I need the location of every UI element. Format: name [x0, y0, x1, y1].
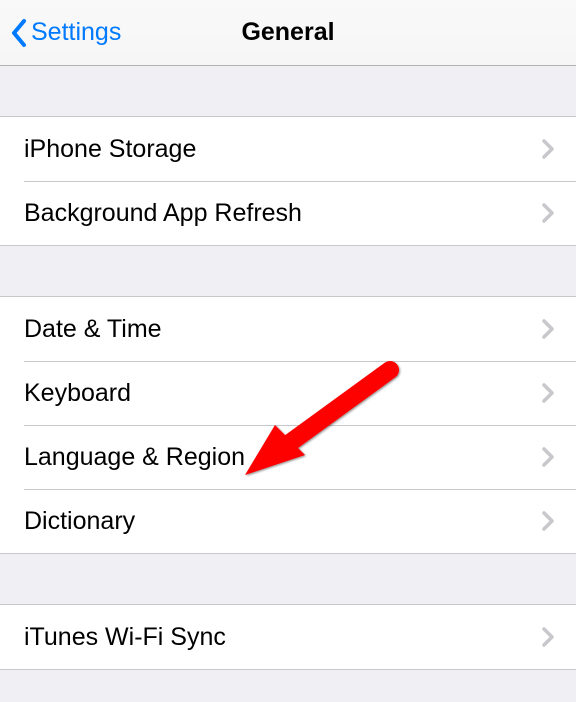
navbar: Settings General	[0, 0, 576, 66]
row-iphone-storage[interactable]: iPhone Storage	[0, 117, 576, 181]
row-label: Background App Refresh	[24, 199, 542, 228]
back-button[interactable]: Settings	[0, 0, 121, 65]
chevron-left-icon	[10, 18, 27, 48]
row-itunes-wifi-sync[interactable]: iTunes Wi-Fi Sync	[0, 605, 576, 669]
chevron-right-icon	[542, 447, 554, 467]
chevron-right-icon	[542, 627, 554, 647]
settings-group-date-key-lang-dict: Date & Time Keyboard Language & Region D…	[0, 296, 576, 554]
chevron-right-icon	[542, 203, 554, 223]
group-spacer	[0, 554, 576, 604]
row-background-app-refresh[interactable]: Background App Refresh	[0, 181, 576, 245]
row-date-time[interactable]: Date & Time	[0, 297, 576, 361]
row-label: Dictionary	[24, 507, 542, 536]
chevron-right-icon	[542, 383, 554, 403]
row-language-region[interactable]: Language & Region	[0, 425, 576, 489]
row-dictionary[interactable]: Dictionary	[0, 489, 576, 553]
group-spacer	[0, 66, 576, 116]
settings-group-storage: iPhone Storage Background App Refresh	[0, 116, 576, 246]
row-label: iTunes Wi-Fi Sync	[24, 623, 542, 652]
row-label: Language & Region	[24, 443, 542, 472]
row-label: iPhone Storage	[24, 135, 542, 164]
chevron-right-icon	[542, 319, 554, 339]
chevron-right-icon	[542, 511, 554, 531]
row-label: Date & Time	[24, 315, 542, 344]
group-spacer	[0, 246, 576, 296]
back-label: Settings	[31, 18, 121, 47]
chevron-right-icon	[542, 139, 554, 159]
row-keyboard[interactable]: Keyboard	[0, 361, 576, 425]
row-label: Keyboard	[24, 379, 542, 408]
settings-group-itunes-wifi: iTunes Wi-Fi Sync	[0, 604, 576, 670]
